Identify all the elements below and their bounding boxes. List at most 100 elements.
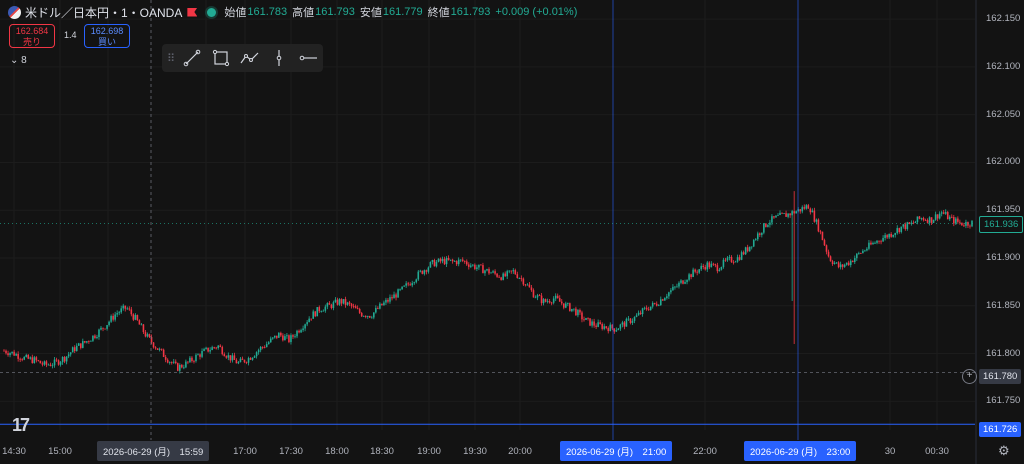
- candle-body: [344, 299, 347, 305]
- candle-body: [672, 286, 674, 291]
- candle-body: [320, 311, 323, 312]
- candle-body: [449, 259, 452, 261]
- candle-body: [164, 356, 167, 360]
- candle-body: [819, 231, 822, 233]
- high-value: 161.793: [315, 6, 355, 18]
- spread-value: 1.4: [64, 30, 77, 40]
- candle-body: [619, 324, 622, 329]
- candle-body: [114, 314, 116, 320]
- candle-body: [732, 262, 735, 263]
- candle-body: [39, 360, 42, 364]
- ray-icon[interactable]: [294, 47, 322, 69]
- candle-body: [112, 315, 114, 320]
- candle-body: [348, 302, 351, 304]
- candle-body: [302, 328, 304, 331]
- candle-body: [528, 284, 531, 288]
- candle-body: [370, 317, 373, 319]
- candle-body: [389, 297, 391, 302]
- candle-body: [538, 295, 541, 297]
- candle-body: [185, 361, 187, 368]
- market-open-dot-icon[interactable]: [207, 7, 217, 17]
- candle-body: [391, 297, 393, 299]
- buy-button[interactable]: 162.698 買い: [84, 24, 130, 48]
- candle-body: [569, 303, 571, 312]
- gear-icon[interactable]: ⚙: [998, 443, 1010, 459]
- candle-body: [330, 304, 333, 308]
- candle-body: [356, 308, 359, 310]
- current-price-tag: 161.936: [979, 216, 1024, 233]
- candle-body: [308, 318, 310, 323]
- candle-body: [120, 308, 123, 313]
- candle-body: [783, 213, 785, 214]
- candle-body: [67, 354, 70, 357]
- candle-body: [627, 318, 630, 320]
- candle-body: [922, 218, 925, 221]
- candle-body: [684, 282, 686, 284]
- candle-body: [645, 307, 648, 310]
- candle-body: [708, 262, 711, 268]
- tradingview-logo[interactable]: 17: [12, 415, 30, 436]
- candle-body: [686, 279, 688, 283]
- candle-body: [928, 217, 931, 223]
- candle-body: [47, 364, 50, 366]
- high-label: 高値: [292, 7, 315, 19]
- add-alert-plus-icon[interactable]: +: [962, 369, 977, 384]
- candle-body: [122, 305, 125, 309]
- candle-body: [524, 284, 527, 286]
- candle-body: [63, 356, 66, 362]
- chart-canvas[interactable]: [0, 0, 1024, 464]
- candle-body: [886, 235, 888, 238]
- drawing-toolbar: ⠿: [162, 44, 323, 72]
- candle-body: [221, 347, 224, 355]
- candle-body: [944, 212, 947, 214]
- candle-body: [892, 234, 894, 237]
- candle-body: [298, 330, 300, 333]
- path-icon[interactable]: [236, 47, 264, 69]
- indicators-toggle[interactable]: ⌄ 8: [10, 55, 27, 66]
- candle-body: [439, 258, 442, 262]
- candle-body: [340, 299, 343, 304]
- candle-body: [138, 320, 141, 325]
- crosshair-price-tag: 161.780: [979, 369, 1022, 384]
- rectangle-icon[interactable]: [207, 47, 235, 69]
- candle-body: [423, 270, 426, 274]
- candle-body: [795, 211, 797, 214]
- candle-body: [643, 307, 646, 309]
- candle-body: [761, 232, 763, 235]
- candle-body: [833, 262, 836, 264]
- candle-body: [82, 341, 84, 348]
- sell-button[interactable]: 162.684 売り: [9, 24, 55, 48]
- candle-body: [269, 338, 272, 343]
- candle-body: [837, 262, 840, 268]
- symbol-title[interactable]: 米ドル／日本円・1・OANDA: [25, 4, 182, 21]
- candle-body: [807, 205, 810, 209]
- candle-body: [649, 306, 652, 311]
- trend-line-icon[interactable]: [178, 47, 206, 69]
- vertical-line-icon[interactable]: [265, 47, 293, 69]
- candle-body: [924, 220, 927, 221]
- candle-body: [403, 285, 405, 287]
- candle-body: [310, 318, 312, 320]
- candle-body: [878, 240, 880, 242]
- candle-body: [617, 328, 620, 331]
- candle-body: [560, 301, 563, 304]
- candle-body: [326, 303, 329, 307]
- time-tick-label: 17:00: [233, 446, 257, 457]
- candle-body: [799, 209, 802, 212]
- change-value: +0.009 (+0.01%): [495, 6, 578, 18]
- candle-body: [284, 336, 286, 341]
- candle-body: [724, 259, 727, 261]
- candle-body: [445, 257, 448, 265]
- market-status-icon[interactable]: [187, 7, 198, 17]
- drag-handle-icon[interactable]: ⠿: [164, 52, 178, 65]
- candle-body: [942, 212, 945, 214]
- candle-body: [540, 295, 543, 304]
- candle-body: [338, 299, 341, 305]
- candle-body: [716, 265, 719, 272]
- candle-body: [306, 322, 308, 325]
- candle-body: [383, 302, 385, 306]
- candle-body: [300, 330, 302, 333]
- candle-body: [571, 308, 573, 312]
- candle-body: [92, 335, 94, 341]
- candle-body: [346, 302, 349, 305]
